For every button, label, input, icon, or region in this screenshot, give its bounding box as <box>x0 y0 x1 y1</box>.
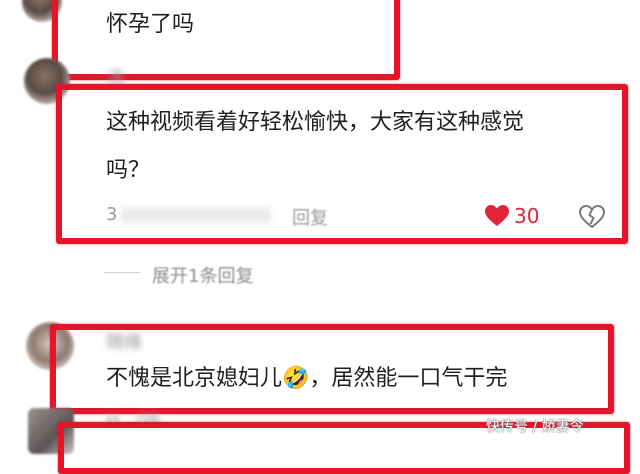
comment-time: 3 <box>106 204 272 225</box>
broken-heart-icon <box>578 204 606 229</box>
comment-text: 怀孕了吗 <box>106 12 195 37</box>
like-count: 30 <box>514 204 540 228</box>
comment-text-part1: 不愧是北京媳妇儿 <box>106 366 283 391</box>
watermark: 快传号 / 娇妻令 <box>486 419 584 435</box>
comment-text-part2: ，居然能一口气干完 <box>309 366 508 391</box>
laughing-emoji-icon: 🤣 <box>282 366 310 391</box>
expand-divider <box>104 272 140 273</box>
comment-time-blurred <box>121 207 272 223</box>
comment-text-line2: 吗？ <box>106 158 151 183</box>
reply-label: 回复 <box>292 208 328 229</box>
expand-replies-button[interactable]: 展开1条回复 <box>152 262 253 288</box>
comment-time-text: 3 <box>106 204 118 225</box>
comment-text-line1: 这种视频看着好轻松愉快，大家有这种感觉 <box>106 110 525 135</box>
comment-text: 不愧是北京媳妇儿🤣，居然能一口气干完 <box>106 362 507 396</box>
expand-replies-label: 展开1条回复 <box>152 266 254 287</box>
highlight-box <box>52 0 400 80</box>
like-button[interactable]: 30 <box>484 202 554 232</box>
dislike-button[interactable] <box>578 204 606 230</box>
reply-button[interactable]: 回复 <box>292 204 328 230</box>
heart-icon <box>485 205 509 226</box>
